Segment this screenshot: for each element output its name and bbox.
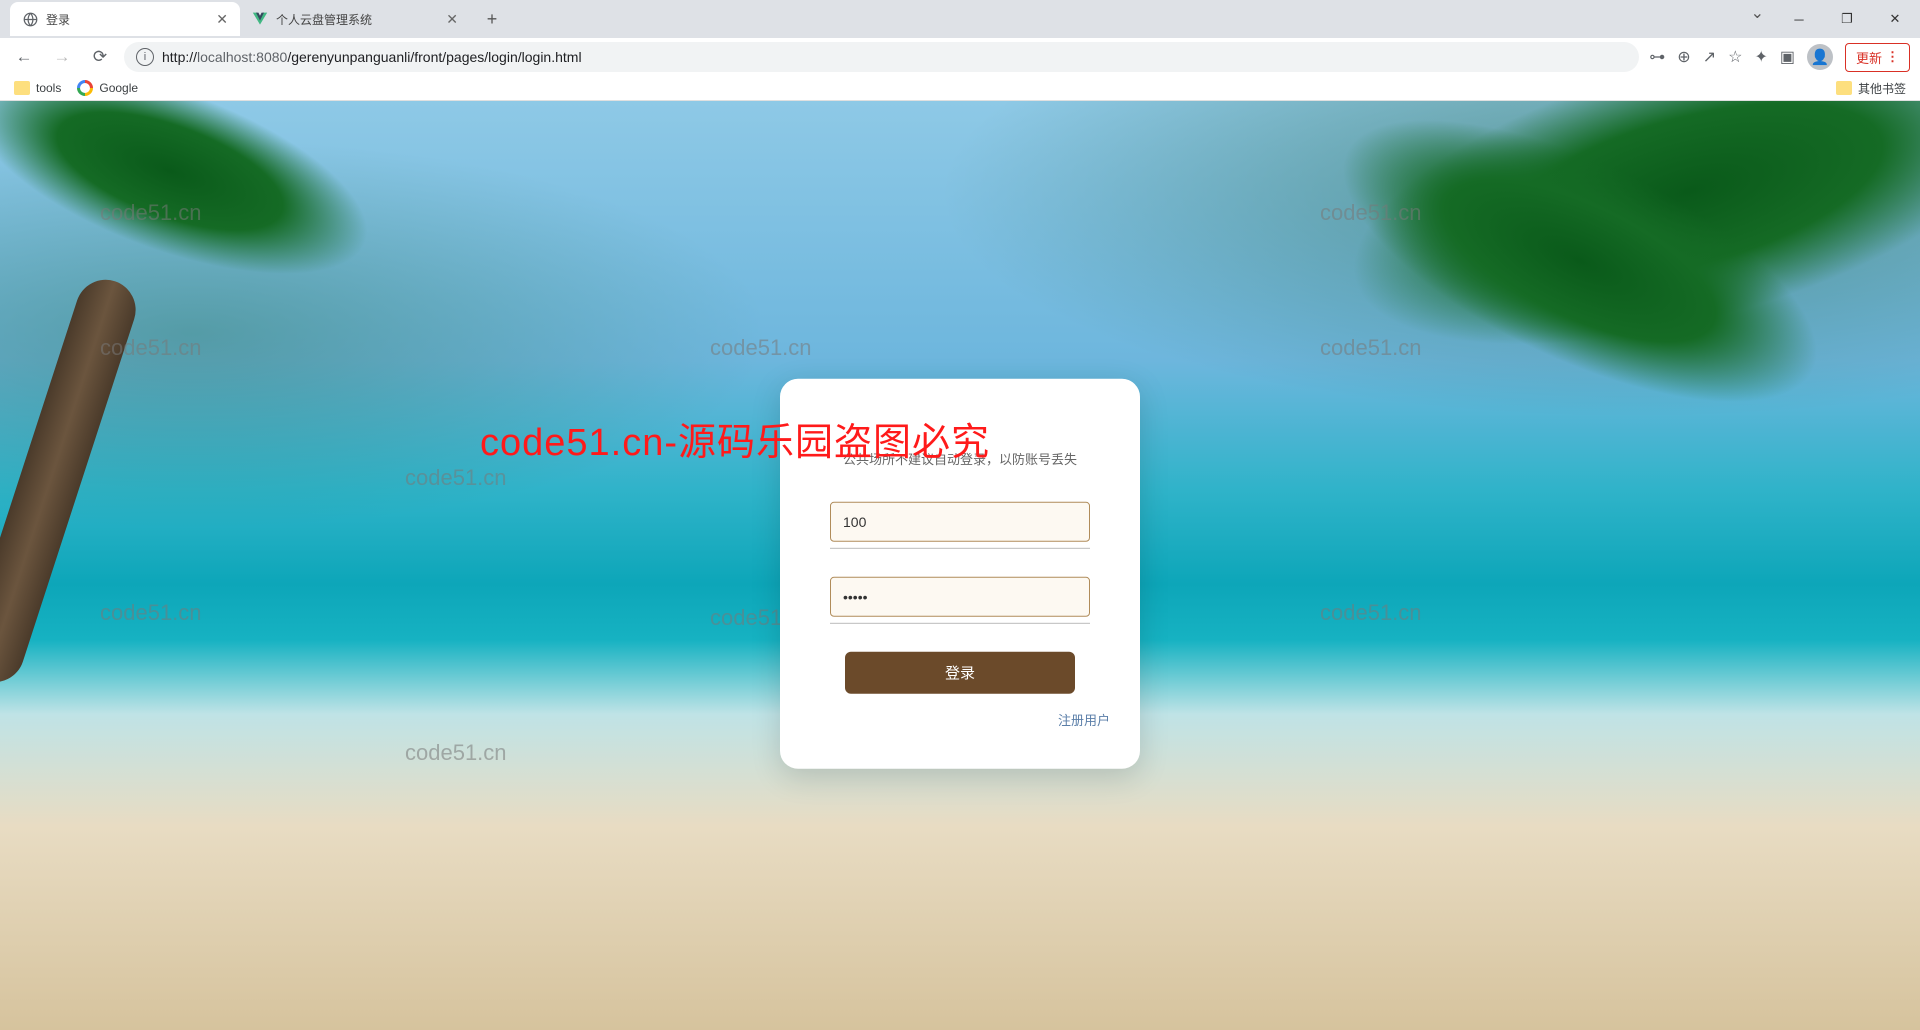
update-button[interactable]: 更新 ⋮ (1845, 43, 1910, 72)
bookmark-star-icon[interactable]: ☆ (1728, 47, 1742, 67)
browser-chrome: 登录 ✕ 个人云盘管理系统 ✕ + ⌄ ─ ❐ ✕ ← → ⟳ i http:/… (0, 0, 1920, 101)
close-icon[interactable]: ✕ (216, 11, 228, 28)
bookmark-label: tools (36, 81, 61, 95)
bookmark-tools[interactable]: tools (14, 81, 61, 95)
address-bar[interactable]: i http://localhost:8080/gerenyunpanguanl… (124, 42, 1639, 72)
bookmarks-bar: tools Google 其他书签 (0, 76, 1920, 101)
folder-icon (1836, 81, 1852, 95)
tab-cloud-system[interactable]: 个人云盘管理系统 ✕ (240, 2, 470, 36)
window-controls: ⌄ ─ ❐ ✕ (1751, 3, 1920, 35)
forward-button[interactable]: → (48, 43, 76, 71)
other-bookmarks[interactable]: 其他书签 (1836, 80, 1906, 97)
folder-icon (14, 81, 30, 95)
site-info-icon[interactable]: i (136, 48, 154, 66)
register-link-wrap: 注册用户 (810, 709, 1110, 728)
maximize-button[interactable]: ❐ (1824, 3, 1870, 35)
tab-title: 个人云盘管理系统 (276, 11, 372, 28)
share-icon[interactable]: ↗ (1703, 47, 1716, 67)
menu-dots-icon: ⋮ (1886, 49, 1899, 65)
profile-avatar[interactable]: 👤 (1807, 44, 1833, 70)
login-hint: 公共场所不建议自动登录，以防账号丢失 (810, 448, 1110, 467)
password-field-wrap (830, 576, 1090, 623)
login-button[interactable]: 登录 (845, 651, 1075, 693)
url-text: http://localhost:8080/gerenyunpanguanli/… (162, 49, 1627, 65)
bookmark-google[interactable]: Google (77, 80, 138, 96)
register-link[interactable]: 注册用户 (1058, 712, 1110, 727)
update-label: 更新 (1856, 48, 1882, 67)
toolbar-right: ⊶ ⊕ ↗ ☆ ✦ ▣ 👤 更新 ⋮ (1649, 43, 1910, 72)
nav-bar: ← → ⟳ i http://localhost:8080/gerenyunpa… (0, 38, 1920, 76)
minimize-button[interactable]: ─ (1776, 3, 1822, 35)
globe-icon (22, 11, 38, 27)
login-card: 公共场所不建议自动登录，以防账号丢失 登录 注册用户 (780, 378, 1140, 768)
tab-login[interactable]: 登录 ✕ (10, 2, 240, 36)
reload-button[interactable]: ⟳ (86, 43, 114, 71)
key-icon[interactable]: ⊶ (1649, 47, 1665, 67)
username-field-wrap (830, 501, 1090, 548)
new-tab-button[interactable]: + (478, 5, 506, 33)
back-button[interactable]: ← (10, 43, 38, 71)
bookmark-label: Google (99, 81, 138, 95)
tab-bar: 登录 ✕ 个人云盘管理系统 ✕ + ⌄ ─ ❐ ✕ (0, 0, 1920, 38)
close-icon[interactable]: ✕ (446, 11, 458, 28)
page-content: code51.cncode51.cncode51.cncode51.cncode… (0, 101, 1920, 1030)
extensions-icon[interactable]: ✦ (1754, 47, 1767, 67)
chevron-down-icon[interactable]: ⌄ (1751, 3, 1764, 35)
tab-title: 登录 (46, 11, 70, 28)
sidepanel-icon[interactable]: ▣ (1780, 47, 1795, 67)
google-icon (77, 80, 93, 96)
vue-icon (252, 11, 268, 27)
password-input[interactable] (830, 576, 1090, 616)
close-window-button[interactable]: ✕ (1872, 3, 1918, 35)
zoom-icon[interactable]: ⊕ (1677, 47, 1690, 67)
other-bookmarks-label: 其他书签 (1858, 80, 1906, 97)
username-input[interactable] (830, 501, 1090, 541)
